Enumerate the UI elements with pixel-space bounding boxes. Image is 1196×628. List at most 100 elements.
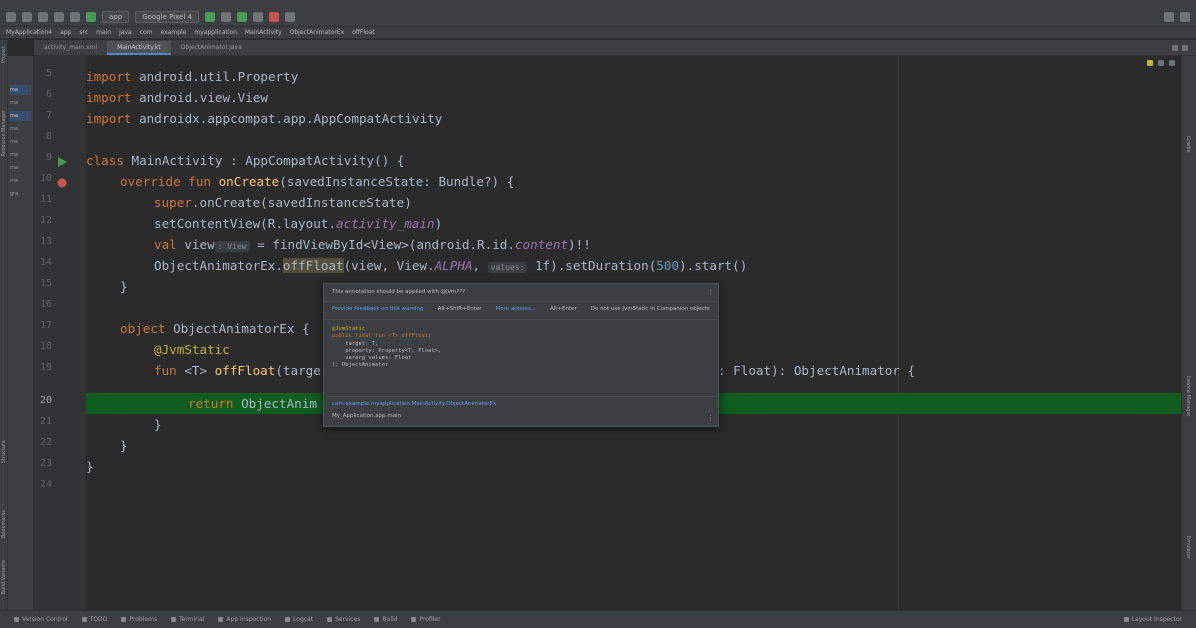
project-tree-item[interactable]: ma	[10, 98, 31, 108]
breadcrumb-item[interactable]: src	[79, 29, 88, 36]
sdk-manager-icon[interactable]	[284, 11, 295, 22]
quick-documentation-popup[interactable]: This annotation should be applied with @…	[323, 283, 719, 427]
search-icon[interactable]	[1164, 11, 1174, 22]
code-line-14: ObjectAnimatorEx.offFloat(view, View.ALP…	[154, 258, 748, 273]
profile-icon[interactable]	[252, 11, 263, 22]
line-number: 22	[39, 437, 52, 448]
line-number: 14	[39, 257, 52, 268]
layout-inspector-tab[interactable]: Layout Inspector	[1123, 616, 1182, 623]
chevron-down-icon[interactable]	[1169, 60, 1175, 66]
app-inspection-tab[interactable]: App Inspection	[218, 616, 271, 623]
terminal-icon	[171, 617, 177, 622]
device-manager-tool-button[interactable]: Device Manager	[1185, 376, 1191, 417]
breadcrumb-item[interactable]: MyApplication4	[6, 29, 52, 36]
project-tree-item[interactable]: ma	[10, 163, 31, 173]
version-control-tab[interactable]: Version Control	[14, 616, 68, 623]
main-toolbar: app Google Pixel 4	[0, 7, 1196, 27]
tab-main-activity-kt[interactable]: MainActivity.kt	[107, 41, 171, 55]
line-number: 11	[39, 194, 52, 205]
open-folder-icon[interactable]	[6, 11, 16, 22]
warning-indicator-icon[interactable]	[1147, 60, 1153, 66]
declaration-link[interactable]: com.example.myapplication.MainActivity.O…	[332, 401, 710, 407]
project-tool-button[interactable]: Project	[1, 46, 7, 63]
editor-gutter[interactable]: 5 6 7 8 9 10 11 12 13 14 15 16 17 18 19 …	[34, 56, 100, 610]
project-tree-item[interactable]: ma	[10, 124, 31, 134]
build-icon	[374, 617, 380, 622]
sync-icon[interactable]	[38, 11, 48, 22]
signature-line: @JvmStatic	[332, 326, 366, 332]
project-tree-item[interactable]: gra	[10, 189, 31, 199]
popup-footer: com.example.myapplication.MainActivity.O…	[324, 396, 718, 426]
gradle-tool-button[interactable]: Gradle	[1185, 136, 1191, 153]
make-project-icon[interactable]	[86, 11, 96, 22]
status-label: TODO	[89, 616, 108, 623]
breadcrumb-item[interactable]: MainActivity	[245, 29, 282, 36]
back-icon[interactable]	[54, 11, 64, 22]
tab-list-icon[interactable]	[1172, 44, 1178, 51]
module-select[interactable]: app	[102, 10, 130, 23]
breadcrumb-item[interactable]: ObjectAnimatorEx	[290, 29, 344, 36]
emulator-tool-button[interactable]: Emulator	[1185, 536, 1191, 559]
line-number: 10	[39, 173, 52, 184]
breadcrumb-item[interactable]: example	[161, 29, 187, 36]
code-line-10: override fun onCreate(savedInstanceState…	[120, 174, 515, 189]
stop-icon[interactable]	[268, 11, 279, 22]
profiler-tab[interactable]: Profiler	[411, 616, 441, 623]
line-number: 8	[45, 131, 52, 142]
tab-object-animator-java[interactable]: ObjectAnimator.java	[171, 41, 252, 55]
project-tree-item[interactable]: ma	[10, 176, 31, 186]
menu-bar[interactable]	[0, 0, 1196, 7]
project-tree-item[interactable]: ma	[10, 111, 31, 121]
terminal-tab[interactable]: Terminal	[171, 616, 204, 623]
resource-manager-tool-button[interactable]: Resource Manager	[1, 110, 7, 156]
apply-changes-icon[interactable]	[220, 11, 231, 22]
provide-feedback-link[interactable]: Provide feedback on this warning	[332, 306, 424, 315]
project-panel: ma ma ma ma ma ma ma ma gra	[8, 56, 34, 610]
project-tree-item[interactable]: ma	[10, 150, 31, 160]
problems-icon	[121, 617, 127, 622]
project-tree-item[interactable]	[10, 59, 31, 69]
code-line-22: }	[120, 438, 128, 453]
run-class-icon[interactable]	[56, 156, 68, 168]
tab-activity-main-xml[interactable]: activity_main.xml	[34, 41, 107, 55]
layout-inspector-icon	[1123, 617, 1129, 622]
warning-highlight[interactable]: offFloat	[282, 258, 344, 273]
more-actions-link[interactable]: More actions...	[496, 306, 536, 315]
run-icon[interactable]	[204, 11, 215, 22]
override-method-icon[interactable]	[56, 177, 68, 189]
services-tab[interactable]: Services	[327, 616, 360, 623]
breadcrumb-item[interactable]: myapplication	[194, 29, 237, 36]
signature-line: ): ObjectAnimator	[332, 362, 389, 369]
breadcrumb-item[interactable]: main	[96, 29, 111, 36]
line-number-current: 20	[39, 395, 52, 406]
project-tree-item[interactable]: ma	[10, 85, 31, 95]
breadcrumb-item[interactable]: offFloat	[352, 29, 375, 36]
device-select[interactable]: Google Pixel 4	[135, 10, 199, 23]
bottom-tool-bar: Version Control TODO Problems Terminal A…	[0, 610, 1196, 628]
split-editor-icon[interactable]	[1182, 44, 1188, 51]
code-line-5: import android.util.Property	[86, 69, 299, 84]
structure-tool-button[interactable]: Structure	[1, 440, 7, 463]
project-tree-item[interactable]	[10, 72, 31, 82]
build-tab[interactable]: Build	[374, 616, 397, 623]
debug-icon[interactable]	[236, 11, 247, 22]
project-tree-item[interactable]: ma	[10, 137, 31, 147]
build-variants-tool-button[interactable]: Build Variants	[1, 560, 7, 594]
breadcrumb-item[interactable]: app	[60, 29, 71, 36]
settings-icon[interactable]	[1180, 11, 1190, 22]
inspection-icon	[218, 617, 224, 622]
breadcrumb-item[interactable]: com	[140, 29, 153, 36]
logcat-tab[interactable]: Logcat	[285, 616, 313, 623]
line-number: 24	[39, 479, 52, 490]
save-icon[interactable]	[22, 11, 32, 22]
popup-menu-icon[interactable]: ⋮	[707, 414, 714, 422]
chevron-up-icon[interactable]	[1158, 60, 1164, 66]
forward-icon[interactable]	[70, 11, 80, 22]
signature-line: public final fun <T> offFloat(	[332, 333, 432, 340]
todo-tab[interactable]: TODO	[81, 616, 108, 623]
problems-tab[interactable]: Problems	[121, 616, 157, 623]
breadcrumb-item[interactable]: java	[119, 29, 132, 36]
bookmarks-tool-button[interactable]: Bookmarks	[1, 510, 7, 538]
more-options-icon[interactable]: ⋮	[707, 289, 714, 297]
type-hint: : View	[214, 241, 250, 252]
